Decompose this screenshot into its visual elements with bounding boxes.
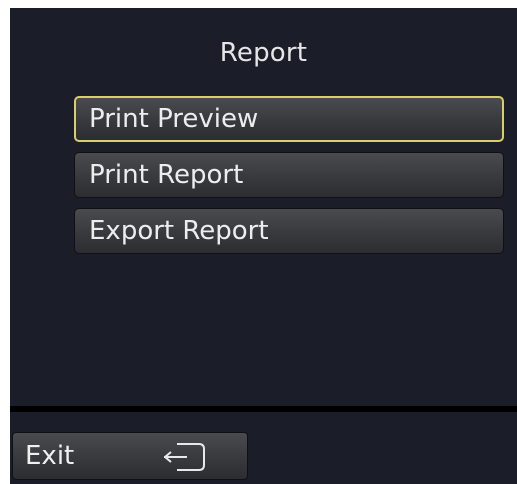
export-report-label: Export Report [89,216,269,246]
exit-button[interactable]: Exit [12,432,248,480]
report-dialog: Report Print Preview Print Report Export… [10,8,517,484]
exit-door-icon [164,443,205,471]
dialog-title: Report [219,38,308,68]
dialog-footer: Exit [10,412,517,484]
print-report-button[interactable]: Print Report [74,152,504,198]
export-report-button[interactable]: Export Report [74,208,504,254]
print-preview-button[interactable]: Print Preview [74,96,504,142]
print-report-label: Print Report [89,160,244,190]
exit-label: Exit [25,441,75,471]
report-menu-panel: Report Print Preview Print Report Export… [10,8,517,406]
print-preview-label: Print Preview [89,104,259,134]
